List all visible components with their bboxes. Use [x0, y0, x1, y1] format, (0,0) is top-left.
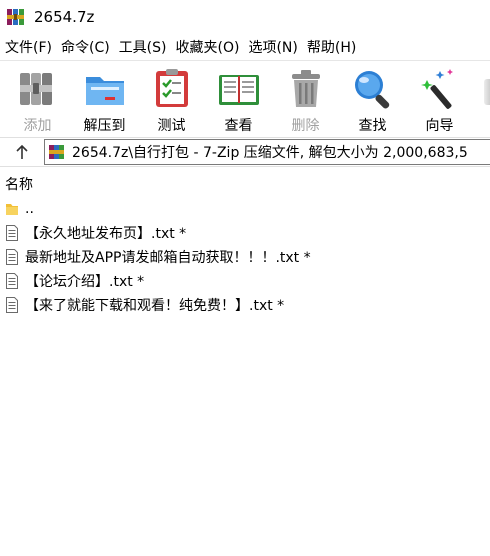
wizard-button[interactable]: 向导 — [406, 67, 473, 135]
menu-help[interactable]: 帮助(H) — [304, 35, 362, 59]
delete-label: 删除 — [291, 118, 320, 134]
toolbar-overflow[interactable] — [484, 79, 490, 105]
wizard-label: 向导 — [425, 118, 454, 134]
window-title: 2654.7z — [34, 8, 95, 26]
delete-button[interactable]: 删除 — [272, 67, 339, 135]
menu-command[interactable]: 命令(C) — [58, 35, 116, 59]
test-label: 测试 — [157, 118, 186, 134]
find-button[interactable]: 查找 — [339, 67, 406, 135]
text-file-icon — [6, 273, 18, 289]
trash-icon — [291, 70, 320, 107]
add-button[interactable]: 添加 — [4, 67, 71, 135]
arrow-up-icon — [16, 144, 28, 159]
view-button[interactable]: 查看 — [205, 67, 272, 135]
toolbar: 添加 解压到 测试 查看 删除 查找 向导 — [0, 60, 490, 136]
test-button[interactable]: 测试 — [138, 67, 205, 135]
archive-small-icon — [49, 145, 64, 159]
extract-to-button[interactable]: 解压到 — [71, 67, 138, 135]
test-clipboard-icon — [155, 69, 188, 107]
list-item-name: 【来了就能下载和观看！纯免费！】.txt * — [25, 298, 285, 314]
text-file-icon — [6, 249, 18, 265]
magnifier-icon — [354, 71, 389, 109]
book-view-icon — [218, 75, 259, 105]
folder-icon — [6, 204, 18, 215]
menu-favorites[interactable]: 收藏夹(O) — [173, 35, 246, 59]
text-file-icon — [6, 225, 18, 241]
list-item[interactable]: 【来了就能下载和观看！纯免费！】.txt * — [0, 293, 490, 317]
menu-tools[interactable]: 工具(S) — [116, 35, 173, 59]
list-item-name: 最新地址及APP请发邮箱自动获取！！！.txt * — [25, 250, 311, 266]
list-item-parent[interactable]: .. — [0, 197, 490, 221]
list-item[interactable]: 最新地址及APP请发邮箱自动获取！！！.txt * — [0, 245, 490, 269]
winrar-books-icon — [7, 9, 24, 25]
folder-extract-icon — [85, 77, 124, 105]
title-bar[interactable]: 2654.7z — [0, 0, 490, 34]
file-list: .. 【永久地址发布页】.txt * 最新地址及APP请发邮箱自动获取！！！.t… — [0, 197, 490, 317]
find-label: 查找 — [358, 118, 387, 134]
up-button[interactable] — [0, 138, 44, 166]
column-header-name[interactable]: 名称 — [5, 174, 33, 194]
list-header: 名称 — [0, 171, 490, 197]
menu-bar: 文件(F) 命令(C) 工具(S) 收藏夹(O) 选项(N) 帮助(H) — [0, 34, 490, 60]
list-item-name: 【永久地址发布页】.txt * — [25, 226, 187, 242]
list-item-name: .. — [25, 201, 34, 217]
magic-wand-icon — [420, 69, 453, 109]
list-item[interactable]: 【论坛介绍】.txt * — [0, 269, 490, 293]
address-bar: 2654.7z\自行打包 - 7-Zip 压缩文件, 解包大小为 2,000,6… — [0, 137, 490, 167]
list-item-name: 【论坛介绍】.txt * — [25, 274, 145, 290]
extract-to-label: 解压到 — [83, 118, 126, 134]
add-archive-icon — [19, 73, 52, 105]
list-item[interactable]: 【永久地址发布页】.txt * — [0, 221, 490, 245]
path-field[interactable]: 2654.7z\自行打包 - 7-Zip 压缩文件, 解包大小为 2,000,6… — [44, 139, 490, 165]
menu-options[interactable]: 选项(N) — [245, 35, 303, 59]
add-label: 添加 — [23, 118, 52, 134]
path-text: 2654.7z\自行打包 - 7-Zip 压缩文件, 解包大小为 2,000,6… — [72, 145, 468, 161]
view-label: 查看 — [224, 118, 253, 134]
menu-file[interactable]: 文件(F) — [2, 35, 58, 59]
text-file-icon — [6, 297, 18, 313]
winrar-window: 2654.7z 文件(F) 命令(C) 工具(S) 收藏夹(O) 选项(N) 帮… — [0, 0, 490, 556]
